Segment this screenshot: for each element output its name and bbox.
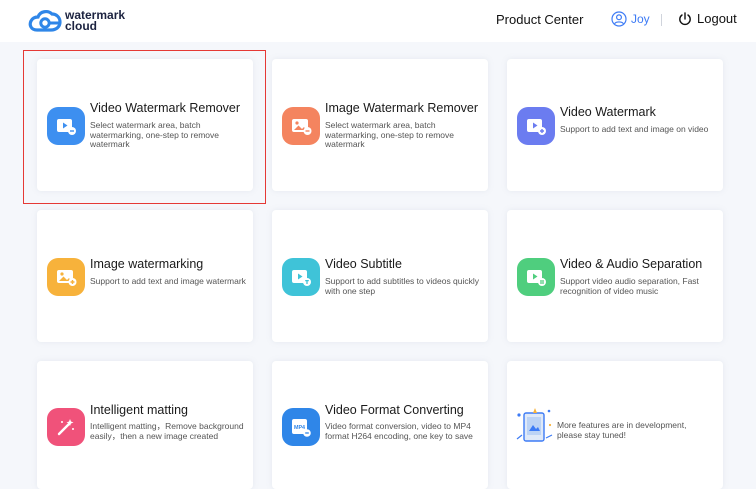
logo-line2: cloud (65, 19, 97, 33)
card-desc: Select watermark area, batch watermarkin… (325, 120, 454, 149)
phone-construction-icon (513, 405, 555, 445)
logout-label: Logout (697, 11, 737, 26)
nav-divider (661, 14, 662, 26)
logo-text: watermark cloud (65, 9, 125, 33)
card-desc: Intelligent matting，Remove background ea… (90, 421, 244, 441)
user-icon (611, 11, 627, 27)
card-title: Video Watermark (560, 105, 656, 119)
card-video-format-converting[interactable]: MP4 Video Format Converting Video format… (272, 361, 488, 489)
card-video-audio-separation[interactable]: Video & Audio Separation Support video a… (507, 210, 723, 342)
card-video-watermark[interactable]: Video Watermark Support to add text and … (507, 59, 723, 191)
card-image-watermark-remover[interactable]: Image Watermark Remover Select watermark… (272, 59, 488, 191)
mp4-format-icon: MP4 (282, 408, 320, 446)
video-subtitle-icon (282, 258, 320, 296)
more-features-text: More features are in development, please… (557, 420, 687, 440)
audio-separation-icon (517, 258, 555, 296)
card-desc: Support video audio separation, Fast rec… (560, 276, 699, 296)
card-image-watermarking[interactable]: Image watermarking Support to add text a… (37, 210, 253, 342)
card-intelligent-matting[interactable]: Intelligent matting Intelligent matting，… (37, 361, 253, 489)
card-desc: Support to add text and image watermark (90, 276, 246, 286)
image-remove-icon (282, 107, 320, 145)
card-more-features: More features are in development, please… (507, 361, 723, 489)
user-menu[interactable]: Joy (611, 11, 650, 27)
top-header: watermark cloud Product Center Joy Logou… (0, 0, 756, 42)
cloud-logo-icon (28, 10, 62, 32)
card-title: Video Subtitle (325, 257, 402, 271)
product-center-link[interactable]: Product Center (496, 12, 583, 27)
video-watermark-icon (517, 107, 555, 145)
card-title: Video & Audio Separation (560, 257, 703, 271)
card-title: Intelligent matting (90, 403, 188, 417)
card-desc: Video format conversion, video to MP4 fo… (325, 421, 473, 441)
power-icon (679, 11, 691, 25)
card-desc: Support to add text and image on video (560, 124, 709, 134)
mp4-label: MP4 (294, 425, 305, 431)
selection-highlight (23, 50, 266, 204)
card-video-subtitle[interactable]: Video Subtitle Support to add subtitles … (272, 210, 488, 342)
logout-button[interactable]: Logout (678, 11, 737, 26)
card-title: Image watermarking (90, 257, 204, 271)
card-title: Video Format Converting (325, 403, 464, 417)
magic-wand-icon (47, 408, 85, 446)
card-title: Image Watermark Remover (325, 101, 479, 115)
logo[interactable]: watermark cloud (28, 8, 125, 34)
user-name: Joy (631, 12, 650, 26)
image-watermark-icon (47, 258, 85, 296)
card-desc: Support to add subtitles to videos quick… (325, 276, 480, 296)
